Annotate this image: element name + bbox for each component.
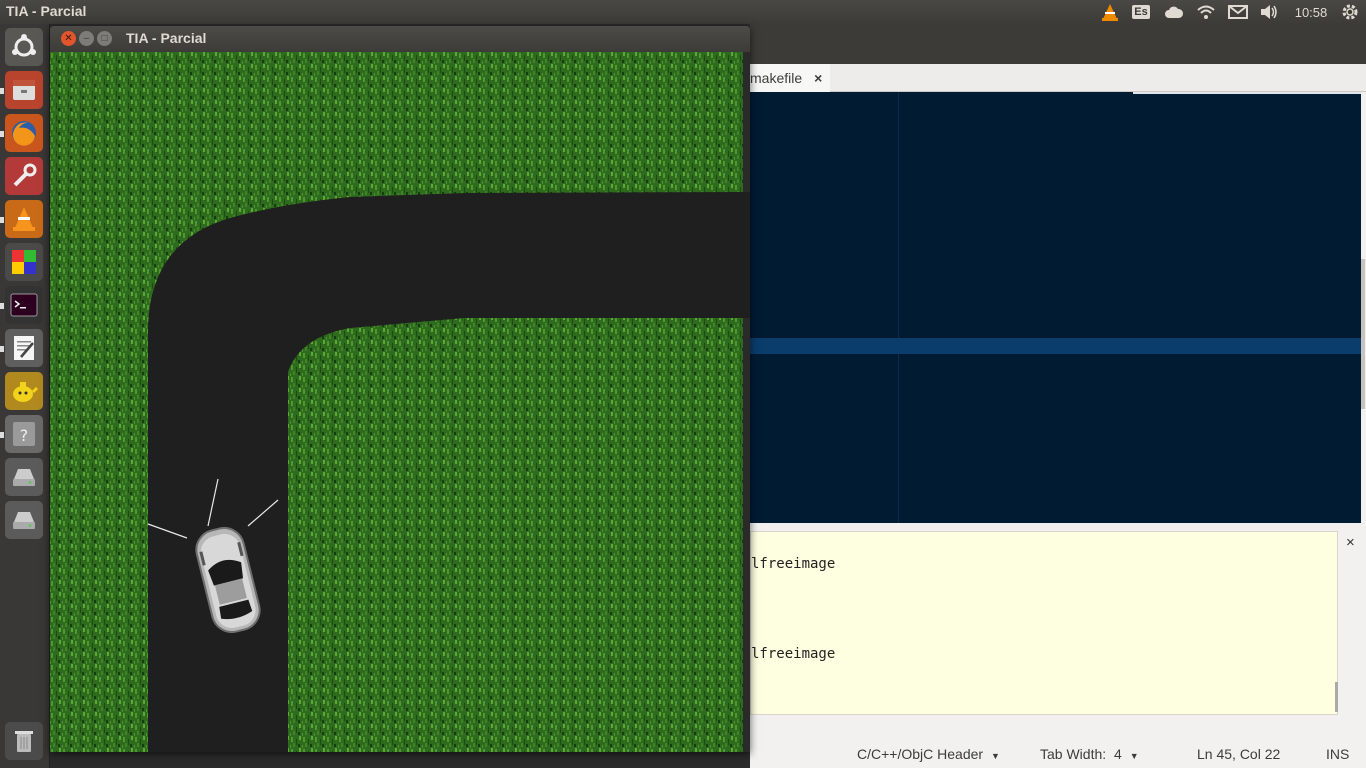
running-indicator <box>0 131 4 137</box>
launcher: ? <box>0 24 50 768</box>
track-scene <box>50 52 750 752</box>
minimize-icon[interactable]: – <box>79 31 94 46</box>
vlc-icon[interactable] <box>5 200 43 238</box>
software-center-icon[interactable] <box>5 243 43 281</box>
maximize-icon[interactable]: □ <box>97 31 112 46</box>
trash-icon[interactable] <box>5 722 43 760</box>
editor-statusbar: C/C++/ObjC Header ▼ Tab Width: 4 ▼ Ln 45… <box>750 738 1366 768</box>
tab-width-label: Tab Width: <box>1040 746 1107 762</box>
game-window-titlebar[interactable]: ✕ – □ TIA - Parcial <box>50 26 750 52</box>
language-selector[interactable]: C/C++/ObjC Header ▼ <box>857 746 1000 762</box>
vlc-tray-icon[interactable] <box>1098 0 1122 24</box>
top-panel: TIA - Parcial Es 10:58 <box>0 0 1366 24</box>
window-edge <box>743 52 750 752</box>
system-settings-icon[interactable] <box>5 157 43 195</box>
cloud-icon[interactable] <box>1162 0 1186 24</box>
tab-makefile[interactable]: makefile × <box>750 64 831 92</box>
unknown-app-icon[interactable]: ? <box>5 415 43 453</box>
output-pane[interactable]: lfreeimage lfreeimage <box>750 531 1338 715</box>
wifi-icon[interactable] <box>1194 0 1218 24</box>
running-indicator <box>0 432 4 438</box>
game-window: ✕ – □ TIA - Parcial <box>50 26 750 752</box>
dash-icon[interactable] <box>5 28 43 66</box>
firefox-icon[interactable] <box>5 114 43 152</box>
code-topline <box>1133 92 1361 94</box>
output-scrollbar[interactable] <box>1335 682 1338 712</box>
tab-width-selector[interactable]: Tab Width: 4 ▼ <box>1040 746 1139 762</box>
power-gear-icon[interactable] <box>1338 0 1362 24</box>
editor-menubar <box>750 24 1366 64</box>
close-icon[interactable]: ✕ <box>61 31 76 46</box>
text-editor-window: makefile × lfreeimage lfreeimage × C/C++… <box>750 24 1366 768</box>
editor-tab-strip: makefile × <box>750 64 1366 92</box>
tab-close-icon[interactable]: × <box>814 70 822 86</box>
text-editor-icon[interactable] <box>5 329 43 367</box>
svg-text:?: ? <box>20 426 29 445</box>
terminal-icon[interactable] <box>5 286 43 324</box>
code-scrollbar-thumb[interactable] <box>1361 259 1365 409</box>
cursor-position: Ln 45, Col 22 <box>1197 746 1281 762</box>
running-indicator <box>0 217 4 223</box>
output-line: lfreeimage <box>751 556 836 572</box>
running-indicator <box>0 303 4 309</box>
language-label: C/C++/ObjC Header <box>857 746 984 762</box>
output-line: lfreeimage <box>751 646 836 662</box>
active-window-title: TIA - Parcial <box>6 3 87 19</box>
keyboard-layout-label: Es <box>1132 5 1150 19</box>
running-indicator <box>0 346 4 352</box>
mail-icon[interactable] <box>1226 0 1250 24</box>
volume-icon[interactable] <box>1257 0 1281 24</box>
clock[interactable]: 10:58 <box>1288 0 1334 24</box>
pane-close-icon[interactable]: × <box>1346 534 1355 551</box>
files-icon[interactable] <box>5 71 43 109</box>
code-view[interactable] <box>750 92 1361 523</box>
right-margin-line <box>898 92 899 523</box>
game-window-title: TIA - Parcial <box>126 30 207 46</box>
keyboard-layout-indicator[interactable]: Es <box>1130 0 1152 24</box>
current-line-highlight <box>750 338 1361 354</box>
teapot-icon[interactable] <box>5 372 43 410</box>
game-canvas[interactable] <box>50 52 750 752</box>
chevron-down-icon: ▼ <box>990 751 1000 761</box>
insert-mode: INS <box>1326 746 1350 762</box>
tab-label: makefile <box>750 70 803 86</box>
drive-icon[interactable] <box>5 458 43 496</box>
drive-icon[interactable] <box>5 501 43 539</box>
running-indicator <box>0 88 4 94</box>
chevron-down-icon: ▼ <box>1129 751 1139 761</box>
tab-width-value: 4 <box>1114 746 1122 762</box>
